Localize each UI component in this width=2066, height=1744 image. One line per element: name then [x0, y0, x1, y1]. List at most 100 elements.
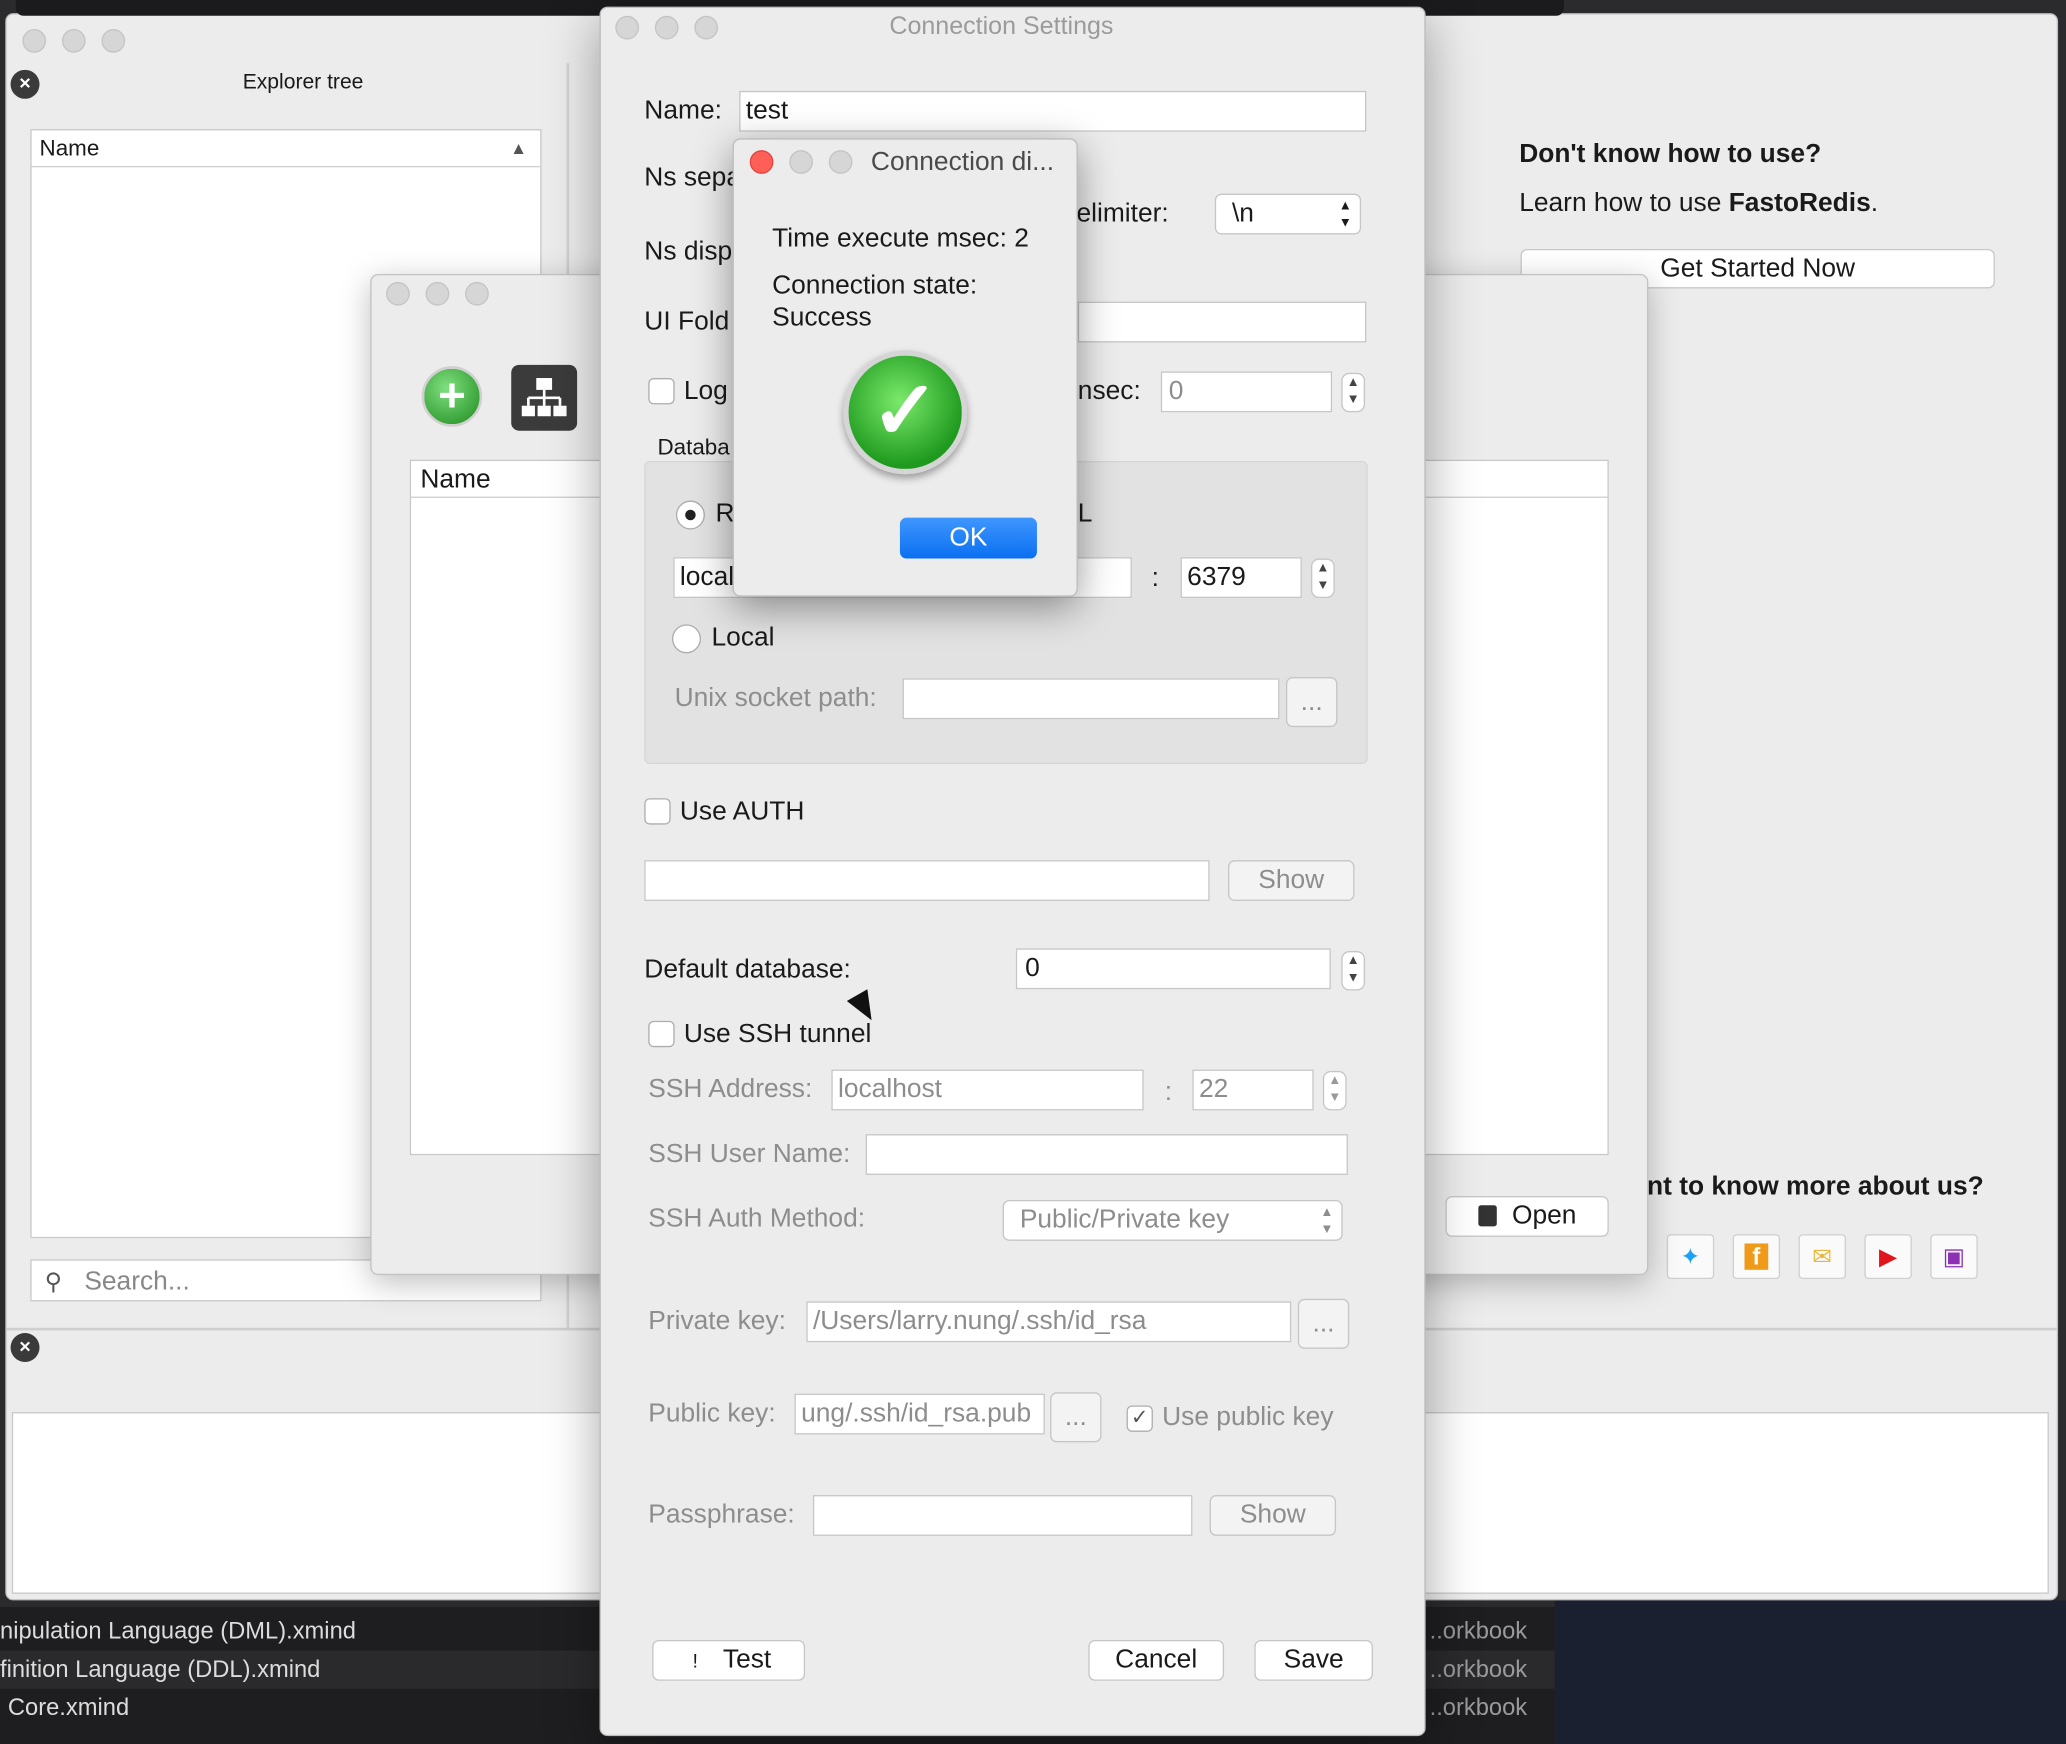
window-zoom-button[interactable] — [694, 15, 719, 40]
auth-show-button[interactable]: Show — [1228, 860, 1355, 901]
learn-prefix: Learn how to use — [1519, 188, 1729, 218]
connection-state-label: Connection state: — [772, 271, 978, 301]
use-ssh-label: Use SSH tunnel — [683, 1019, 872, 1049]
name-field[interactable]: test — [739, 90, 1367, 132]
ui-folder-field[interactable] — [1077, 301, 1367, 343]
unix-socket-label: Unix socket path: — [674, 683, 877, 713]
file-name: nipulation Language (DML).xmind — [0, 1617, 356, 1644]
file-kind: ..orkbook — [1429, 1693, 1528, 1721]
window-zoom-button[interactable] — [101, 28, 126, 53]
cancel-button[interactable]: Cancel — [1088, 1639, 1225, 1681]
tree-column-header[interactable]: Name ▲ — [31, 130, 541, 168]
youtube-icon[interactable]: ▶ — [1864, 1234, 1912, 1280]
auth-password-field[interactable] — [644, 860, 1210, 901]
facebook-icon[interactable]: f — [1732, 1234, 1781, 1280]
use-auth-checkbox[interactable] — [644, 798, 671, 825]
open-label: Open — [1511, 1201, 1577, 1231]
unix-socket-field[interactable] — [902, 678, 1280, 720]
ssl-label: L — [1077, 499, 1093, 529]
passphrase-field[interactable] — [812, 1495, 1193, 1536]
file-kind: ..orkbook — [1429, 1617, 1528, 1644]
public-key-label: Public key: — [648, 1398, 776, 1428]
ssh-port-field[interactable]: 22 — [1192, 1069, 1314, 1111]
delimiter-label: elimiter: — [1076, 198, 1169, 228]
logging-msec-stepper[interactable]: ▲ ▼ — [1341, 372, 1366, 413]
port-stepper[interactable]: ▲ ▼ — [1311, 558, 1335, 599]
default-db-stepper[interactable]: ▲ ▼ — [1341, 951, 1366, 991]
local-label: Local — [711, 623, 775, 653]
window-close-button[interactable] — [22, 28, 47, 53]
twitter-icon[interactable]: ✦ — [1666, 1234, 1715, 1280]
name-label: Name: — [644, 96, 722, 126]
ssh-address-field[interactable]: localhost — [831, 1069, 1144, 1111]
unix-socket-browse-button[interactable]: ... — [1285, 677, 1338, 728]
screen: nipulation Language (DML).xmind ..orkboo… — [0, 0, 2066, 1744]
background-pane — [1554, 1600, 2066, 1744]
learn-suffix: . — [1870, 188, 1879, 218]
tree-column-label: Name — [39, 135, 100, 161]
public-key-field[interactable]: ung/.ssh/id_rsa.pub — [794, 1393, 1045, 1435]
logging-label: Log — [683, 376, 728, 406]
ns-display-label: Ns disp — [644, 237, 733, 267]
window-close-button[interactable] — [386, 281, 410, 306]
delimiter-select[interactable]: \n ▲ ▼ — [1214, 193, 1362, 235]
use-auth-label: Use AUTH — [679, 796, 805, 826]
port-field[interactable]: 6379 — [1180, 557, 1302, 599]
window-minimize-button[interactable] — [789, 150, 813, 174]
private-key-browse-button[interactable]: ... — [1297, 1298, 1350, 1349]
welcome-question: Don't know how to use? — [1519, 139, 1822, 169]
open-icon — [1477, 1205, 1497, 1227]
close-icon[interactable]: × — [10, 1333, 40, 1363]
success-check-icon: ✓ — [843, 350, 968, 475]
ssh-address-label: SSH Address: — [648, 1074, 813, 1104]
passphrase-show-button[interactable]: Show — [1209, 1495, 1337, 1536]
search-placeholder: Search... — [84, 1267, 190, 1297]
use-ssh-checkbox[interactable] — [648, 1020, 675, 1048]
ui-folder-label: UI Fold — [644, 306, 730, 336]
add-cluster-icon[interactable] — [511, 364, 578, 431]
window-minimize-button[interactable] — [61, 28, 86, 53]
ssh-user-label: SSH User Name: — [648, 1139, 851, 1169]
ssh-auth-value: Public/Private key — [1019, 1205, 1230, 1235]
warning-icon: ! — [692, 1650, 698, 1673]
logging-checkbox[interactable] — [648, 378, 675, 405]
chevron-updown-icon: ▲ ▼ — [1338, 198, 1352, 231]
public-key-browse-button[interactable]: ... — [1050, 1392, 1102, 1443]
use-public-key-checkbox[interactable]: ✓ — [1126, 1405, 1153, 1432]
window-minimize-button[interactable] — [425, 281, 450, 306]
ssh-auth-select[interactable]: Public/Private key ▲ ▼ — [1002, 1199, 1343, 1241]
instagram-icon[interactable]: ▣ — [1930, 1234, 1978, 1280]
close-icon[interactable]: × — [10, 69, 40, 99]
ok-button[interactable]: OK — [899, 517, 1037, 559]
sort-arrow-icon: ▲ — [510, 138, 528, 159]
logging-msec-field[interactable]: 0 — [1160, 371, 1333, 413]
ssh-port-stepper[interactable]: ▲ ▼ — [1322, 1070, 1347, 1111]
default-db-field[interactable]: 0 — [1015, 948, 1331, 990]
file-kind: ..orkbook — [1429, 1655, 1528, 1683]
open-button[interactable]: Open — [1445, 1196, 1609, 1237]
local-radio[interactable] — [671, 624, 701, 654]
passphrase-label: Passphrase: — [648, 1500, 795, 1530]
file-name: finition Language (DDL).xmind — [0, 1655, 321, 1683]
chevron-updown-icon: ▲ ▼ — [1320, 1205, 1334, 1237]
ssh-port-separator: : — [1164, 1077, 1173, 1107]
add-connection-icon[interactable]: + — [421, 366, 483, 427]
time-execute-text: Time execute msec: 2 — [772, 223, 1029, 253]
ssh-user-field[interactable] — [865, 1134, 1348, 1175]
window-zoom-button[interactable] — [828, 150, 853, 174]
test-button[interactable]: ! Test — [652, 1639, 806, 1681]
window-minimize-button[interactable] — [654, 15, 679, 40]
mail-icon[interactable]: ✉ — [1798, 1234, 1846, 1280]
dialog-title: Connection di... — [870, 147, 1055, 177]
window-zoom-button[interactable] — [465, 281, 489, 306]
delimiter-value: \n — [1231, 198, 1254, 228]
window-close-button[interactable] — [749, 150, 774, 174]
private-key-label: Private key: — [648, 1306, 786, 1336]
window-close-button[interactable] — [615, 15, 640, 40]
remote-radio[interactable] — [675, 500, 705, 530]
welcome-learn: Learn how to use FastoRedis. — [1519, 188, 1878, 218]
private-key-field[interactable]: /Users/larry.nung/.ssh/id_rsa — [806, 1301, 1292, 1343]
test-label: Test — [722, 1645, 772, 1675]
save-button[interactable]: Save — [1254, 1639, 1373, 1681]
default-db-label: Default database: — [644, 954, 851, 984]
